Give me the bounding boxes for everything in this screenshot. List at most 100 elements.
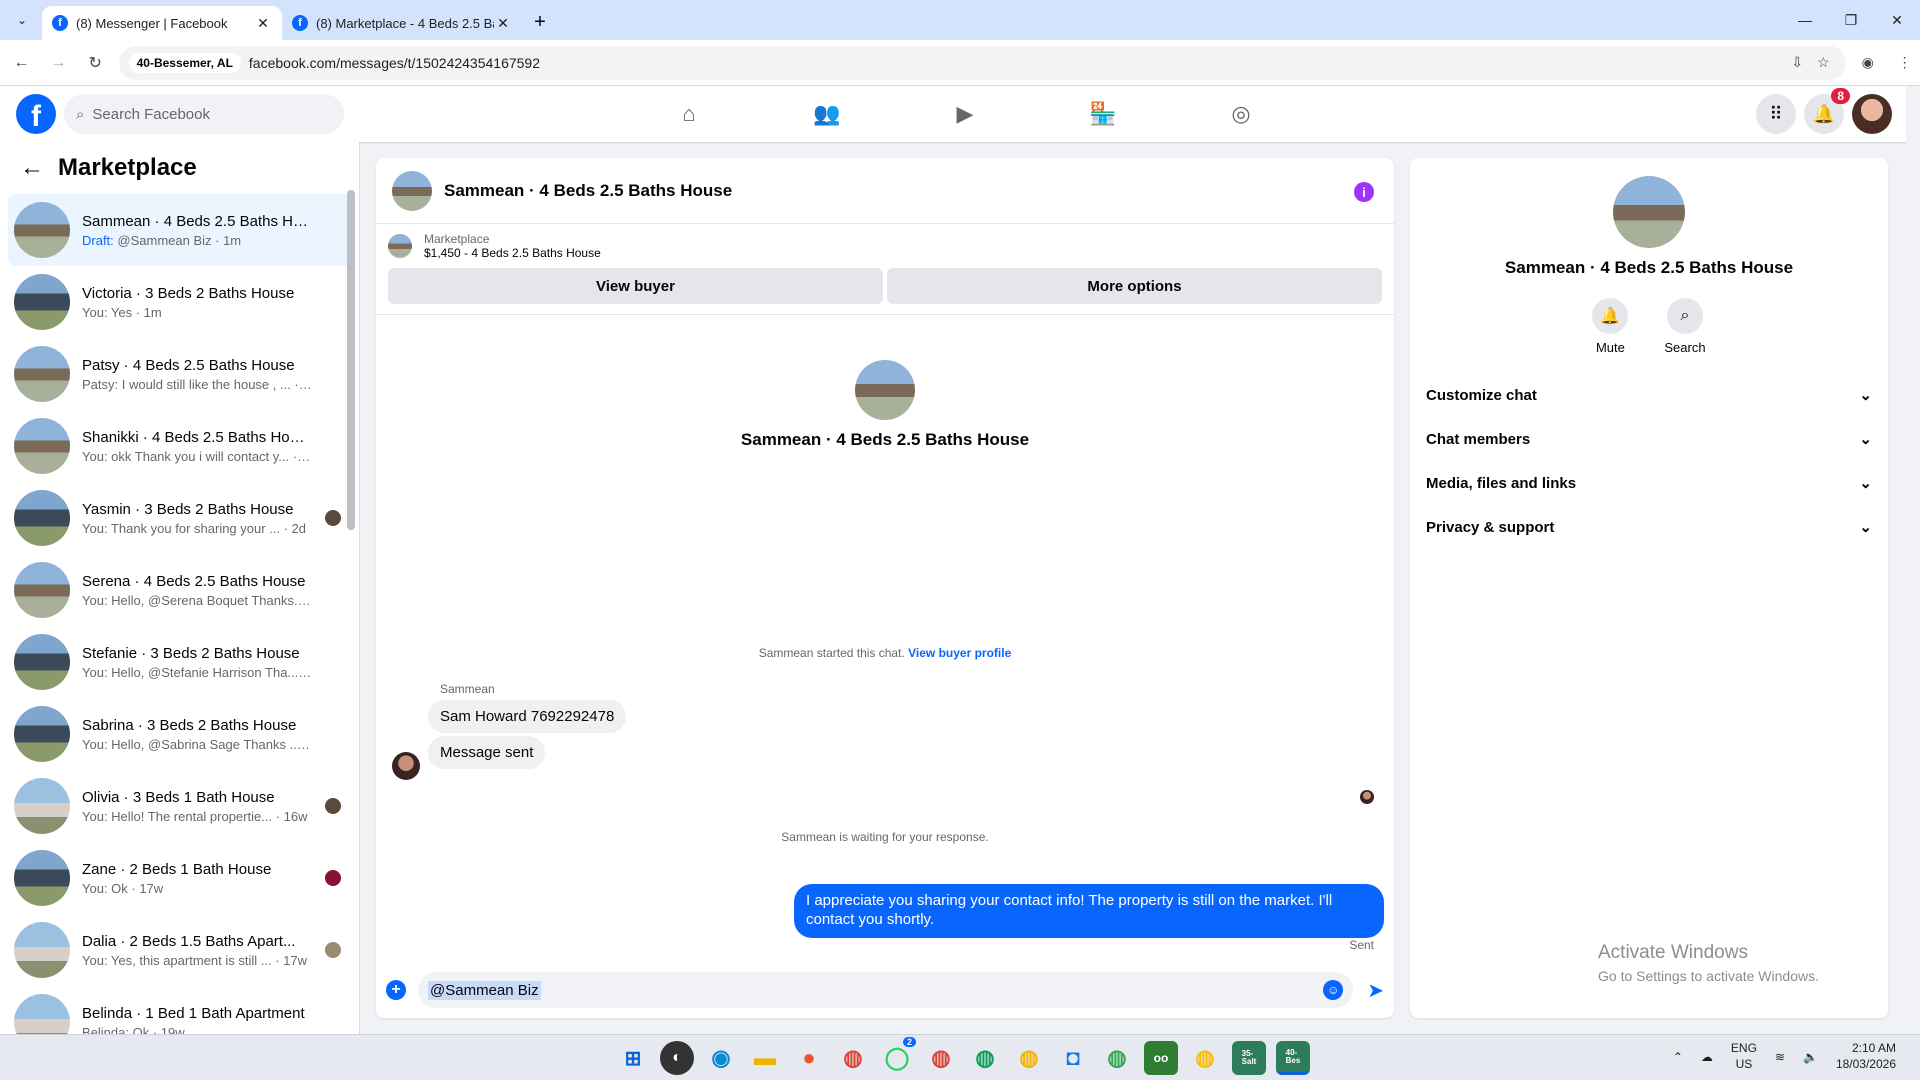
list-scrollbar[interactable] — [347, 190, 355, 530]
wifi-icon[interactable]: ≋ — [1775, 1050, 1785, 1064]
chevron-up-icon[interactable]: ⌃ — [1673, 1050, 1683, 1064]
search-in-chat-button[interactable]: ⌕ Search — [1664, 298, 1706, 355]
start-icon[interactable]: ⊞ — [616, 1041, 650, 1075]
clock[interactable]: 2:10 AM 18/03/2026 — [1836, 1041, 1896, 1072]
bookmark-star-icon[interactable]: ☆ — [1810, 54, 1836, 71]
page-scrollbar[interactable] — [1906, 86, 1920, 1034]
app-icon[interactable]: ◐ — [660, 1041, 694, 1075]
marketplace-header: ← Marketplace — [0, 142, 359, 194]
seen-receipt-avatar — [1360, 790, 1374, 804]
groups-icon[interactable]: ◎ — [1172, 86, 1310, 142]
chat-started-notice: Sammean started this chat. View buyer pr… — [376, 646, 1394, 660]
outgoing-message[interactable]: I appreciate you sharing your contact in… — [794, 884, 1384, 938]
conversation-item[interactable]: Olivia · 3 Beds 1 Bath House You: Hello! … — [8, 770, 351, 842]
conversation-item[interactable]: Shanikki · 4 Beds 2.5 Baths House You: ok… — [8, 410, 351, 482]
chat-members-section[interactable]: Chat members ⌄ — [1410, 417, 1888, 461]
conversation-item[interactable]: Belinda · 1 Bed 1 Bath Apartment Belinda:… — [8, 986, 351, 1034]
chrome-profile-icon[interactable]: ◍ — [1012, 1041, 1046, 1075]
add-attachment-icon[interactable]: + — [386, 980, 406, 1000]
forward-icon[interactable]: → — [43, 47, 74, 79]
more-options-button[interactable]: More options — [887, 268, 1382, 304]
new-tab-button[interactable]: + — [526, 8, 554, 36]
back-arrow-icon[interactable]: ← — [20, 154, 44, 182]
conversation-name: Shanikki · 4 Beds 2.5 Baths House — [82, 428, 312, 446]
facebook-search-input[interactable]: ⌕ Search Facebook — [64, 94, 344, 134]
close-tab-icon[interactable]: ✕ — [494, 15, 512, 32]
media-files-links-section[interactable]: Media, files and links ⌄ — [1410, 461, 1888, 505]
chrome-profile-icon[interactable]: ◍ — [1100, 1041, 1134, 1075]
minimize-icon[interactable]: — — [1782, 0, 1828, 40]
home-icon[interactable]: ⌂ — [620, 86, 758, 142]
account-avatar[interactable] — [1852, 94, 1892, 134]
omnibox[interactable]: 40-Bessemer, AL facebook.com/messages/t/… — [118, 45, 1847, 80]
marketplace-icon[interactable]: 🏪 — [1034, 86, 1172, 142]
volume-icon[interactable]: 🔈 — [1803, 1050, 1818, 1064]
conversation-item[interactable]: Patsy · 4 Beds 2.5 Baths House Patsy: I w… — [8, 338, 351, 410]
section-label: Chat members — [1426, 430, 1531, 448]
reload-icon[interactable]: ↻ — [80, 47, 111, 79]
app-icon[interactable]: oo — [1144, 1041, 1178, 1075]
customize-chat-section[interactable]: Customize chat ⌄ — [1410, 373, 1888, 417]
cloud-offline-icon[interactable]: ☁ — [1701, 1050, 1713, 1064]
file-explorer-icon[interactable]: ▬ — [748, 1041, 782, 1075]
conversation-item[interactable]: Yasmin · 3 Beds 2 Baths House You: Thank … — [8, 482, 351, 554]
edge-icon[interactable]: ◉ — [704, 1041, 738, 1075]
view-buyer-button[interactable]: View buyer — [388, 268, 883, 304]
firefox-icon[interactable]: ● — [792, 1041, 826, 1075]
browser-profile-icon[interactable]: ◉ — [1852, 47, 1883, 79]
close-window-icon[interactable]: ✕ — [1874, 0, 1920, 40]
restore-icon[interactable]: ❐ — [1828, 0, 1874, 40]
site-info-chip[interactable]: 40-Bessemer, AL — [128, 52, 241, 73]
url-text[interactable]: facebook.com/messages/t/1502424354167592 — [249, 55, 1784, 71]
chrome-profile-icon[interactable]: ◍ — [1188, 1041, 1222, 1075]
close-tab-icon[interactable]: ✕ — [254, 15, 272, 32]
video-icon[interactable]: ▶ — [896, 86, 1034, 142]
conversation-item[interactable]: Zane · 2 Beds 1 Bath House You: Ok · 17w — [8, 842, 351, 914]
app-icon[interactable]: ◘ — [1056, 1041, 1090, 1075]
browser-menu-icon[interactable]: ⋮ — [1889, 47, 1920, 79]
tab-search-chevron-icon[interactable]: ⌄ — [8, 6, 36, 34]
started-text: Sammean started this chat. — [758, 646, 905, 660]
friends-icon[interactable]: 👥 — [758, 86, 896, 142]
notifications-bell-icon[interactable]: 🔔 8 — [1804, 88, 1850, 134]
chrome-profile-icon[interactable]: ◍ — [968, 1041, 1002, 1075]
tab-marketplace[interactable]: f (8) Marketplace - 4 Beds 2.5 Ba ✕ — [282, 6, 522, 40]
search-icon: ⌕ — [76, 105, 85, 123]
conversation-preview: Draft: @Sammean Biz · 1m — [82, 233, 312, 248]
conversation-item[interactable]: Sabrina · 3 Beds 2 Baths House You: Hello… — [8, 698, 351, 770]
mute-button[interactable]: 🔔 Mute — [1592, 298, 1629, 355]
marketplace-label: Marketplace — [424, 232, 490, 246]
taskbar-tile[interactable]: 35- Salt — [1232, 1041, 1266, 1075]
chat-title[interactable]: Sammean · 4 Beds 2.5 Baths House — [444, 181, 732, 201]
send-icon[interactable]: ➤ — [1367, 978, 1384, 1003]
menu-grid-icon[interactable]: ⠿ — [1756, 94, 1796, 134]
sent-status: Sent — [1349, 938, 1374, 952]
back-icon[interactable]: ← — [6, 47, 37, 79]
info-icon[interactable]: i — [1354, 182, 1374, 202]
conversation-name: Sabrina · 3 Beds 2 Baths House — [82, 716, 297, 734]
incoming-message[interactable]: Sam Howard 7692292478 — [428, 700, 627, 733]
message-input[interactable]: @Sammean Biz — [418, 972, 1354, 1008]
listing-price-title[interactable]: $1,450 - 4 Beds 2.5 Baths House — [424, 246, 601, 260]
privacy-support-section[interactable]: Privacy & support ⌄ — [1410, 505, 1888, 549]
whatsapp-icon[interactable]: ◯ 2 — [880, 1037, 916, 1075]
listing-actions: View buyer More options — [376, 264, 1394, 315]
facebook-logo-icon[interactable]: f — [16, 94, 56, 134]
chat-avatar[interactable] — [392, 170, 432, 211]
conversation-item[interactable]: Dalia · 2 Beds 1.5 Baths Apart... You: Ye… — [8, 914, 351, 986]
conversation-name: Serena · 4 Beds 2.5 Baths House — [82, 572, 306, 590]
taskbar-tile[interactable]: 40- Bes — [1276, 1041, 1310, 1075]
conversation-item[interactable]: Sammean · 4 Beds 2.5 Baths Ho... Draft: … — [8, 194, 351, 266]
conversation-item[interactable]: Victoria · 3 Beds 2 Baths House You: Yes … — [8, 266, 351, 338]
conversation-item[interactable]: Serena · 4 Beds 2.5 Baths House You: Hell… — [8, 554, 351, 626]
incoming-message[interactable]: Message sent — [428, 736, 546, 769]
chrome-profile-icon[interactable]: ◍ — [924, 1041, 958, 1075]
conversation-preview: You: Hello! The rental propertie... · 16… — [82, 808, 308, 824]
conversation-preview: You: Thank you for sharing your ... · 2d — [82, 520, 307, 536]
view-buyer-profile-link[interactable]: View buyer profile — [908, 646, 1011, 660]
language-indicator[interactable]: ENG US — [1731, 1041, 1757, 1072]
conversation-item[interactable]: Stefanie · 3 Beds 2 Baths House You: Hell… — [8, 626, 351, 698]
chrome-icon[interactable]: ◍ — [836, 1041, 870, 1075]
tab-messenger[interactable]: f (8) Messenger | Facebook ✕ — [42, 6, 282, 40]
install-app-icon[interactable]: ⇩ — [1784, 54, 1810, 71]
